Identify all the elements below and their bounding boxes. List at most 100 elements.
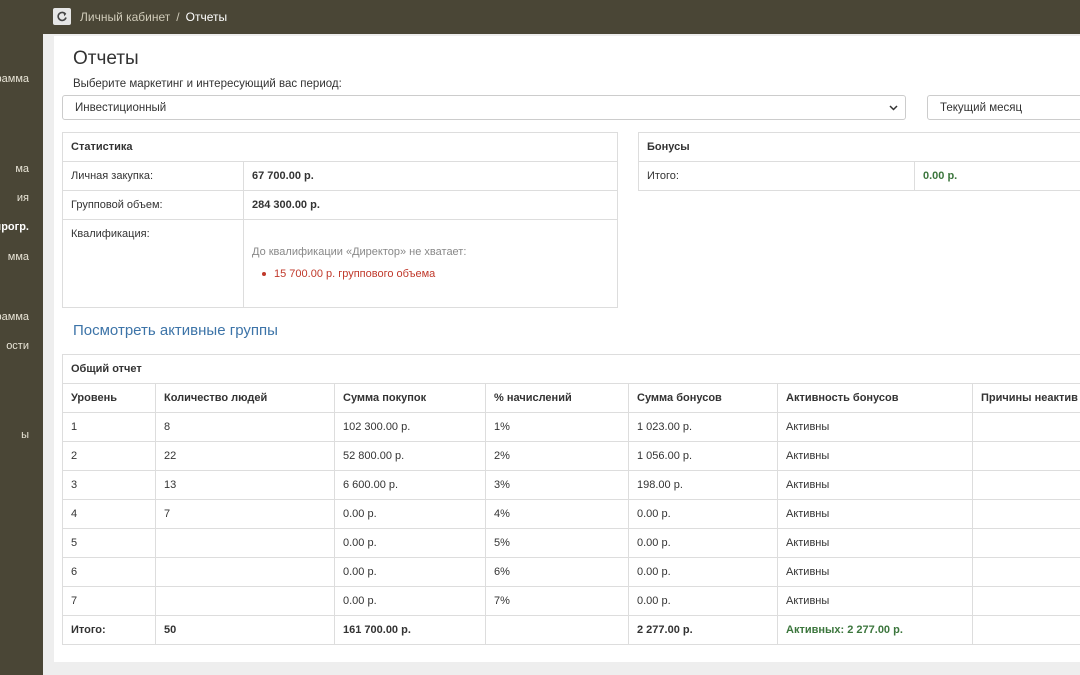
active-groups-link[interactable]: Посмотреть активные группы [73, 322, 278, 339]
column-header: Сумма покупок [334, 383, 486, 413]
select-label: Выберите маркетинг и интересующий вас пе… [73, 78, 342, 90]
total-cell: 50 [155, 615, 335, 645]
table-cell [155, 557, 335, 587]
table-cell: 6% [485, 557, 629, 587]
sidebar: рамма ма ия прогр. мма рамма ости ы [0, 34, 43, 675]
table-row: Квалификация: До квалификации «Директор»… [62, 219, 618, 308]
sidebar-item-5[interactable]: мма [8, 251, 29, 263]
table-row: Групповой объем: 284 300.00 р. [62, 190, 618, 220]
column-header: % начислений [485, 383, 629, 413]
table-cell: 0.00 р. [334, 557, 486, 587]
bonuses-title: Бонусы [638, 132, 1080, 162]
statistics-table: Статистика Личная закупка: 67 700.00 р. … [62, 132, 618, 308]
table-cell: Активны [777, 470, 973, 500]
chevron-down-icon [889, 105, 898, 111]
table-cell: 52 800.00 р. [334, 441, 486, 471]
table-cell [972, 528, 1080, 558]
table-cell: 0.00 р. [334, 586, 486, 616]
qualification-list: 15 700.00 р. группового объема [252, 266, 609, 282]
report-total-row: Итого: 50 161 700.00 р. 2 277.00 р. Акти… [62, 615, 1080, 645]
table-cell: 4% [485, 499, 629, 529]
table-row: 4 7 0.00 р. 4% 0.00 р. Активны [62, 499, 1080, 529]
bonuses-total-value: 0.00 р. [914, 161, 1080, 191]
sidebar-item-6[interactable]: рамма [0, 311, 29, 323]
table-cell: Активны [777, 441, 973, 471]
total-cell: 161 700.00 р. [334, 615, 486, 645]
breadcrumb-home[interactable]: Личный кабинет [80, 10, 170, 24]
sidebar-item-2[interactable]: ма [15, 163, 29, 175]
sidebar-item-8[interactable]: ы [21, 429, 29, 441]
table-cell: 0.00 р. [334, 499, 486, 529]
table-cell: 7 [155, 499, 335, 529]
table-cell [972, 499, 1080, 529]
table-cell: 3 [62, 470, 156, 500]
table-row: 2 22 52 800.00 р. 2% 1 056.00 р. Активны [62, 441, 1080, 471]
report-body: 1 8 102 300.00 р. 1% 1 023.00 р. Активны 2 22 52… [62, 412, 1080, 616]
table-cell: 7% [485, 586, 629, 616]
sidebar-item-3[interactable]: ия [17, 192, 29, 204]
sidebar-item-active[interactable]: прогр. [0, 221, 29, 233]
table-cell: 3% [485, 470, 629, 500]
page-title: Отчеты [73, 48, 139, 69]
breadcrumb-current: Отчеты [185, 10, 228, 24]
main-content: Отчеты Выберите маркетинг и интересующий… [43, 34, 1080, 675]
sidebar-item-7[interactable]: ости [6, 340, 29, 352]
column-header: Причины неактив [972, 383, 1080, 413]
report-title: Общий отчет [62, 354, 1080, 384]
marketing-select-value: Инвестиционный [75, 102, 167, 114]
sidebar-item-program[interactable]: рамма [0, 73, 29, 85]
reports-panel: Отчеты Выберите маркетинг и интересующий… [54, 36, 1080, 662]
table-cell [972, 470, 1080, 500]
statistics-title: Статистика [62, 132, 618, 162]
total-cell-active: Активных: 2 277.00 р. [777, 615, 973, 645]
table-cell: 198.00 р. [628, 470, 778, 500]
breadcrumb: Личный кабинет / Отчеты [80, 10, 227, 24]
column-header: Количество людей [155, 383, 335, 413]
table-cell: 6 [62, 557, 156, 587]
table-cell: 8 [155, 412, 335, 442]
column-header: Активность бонусов [777, 383, 973, 413]
period-select[interactable]: Текущий месяц [927, 95, 1080, 120]
table-row: 6 0.00 р. 6% 0.00 р. Активны [62, 557, 1080, 587]
table-cell [155, 528, 335, 558]
table-cell: 1 023.00 р. [628, 412, 778, 442]
table-cell [972, 412, 1080, 442]
table-cell: 2 [62, 441, 156, 471]
table-cell: 0.00 р. [628, 586, 778, 616]
table-row: 1 8 102 300.00 р. 1% 1 023.00 р. Активны [62, 412, 1080, 442]
table-cell: 13 [155, 470, 335, 500]
table-cell [972, 557, 1080, 587]
stat-label: Личная закупка: [62, 161, 244, 191]
column-header: Сумма бонусов [628, 383, 778, 413]
table-row: Итого: 0.00 р. [638, 161, 1080, 191]
stat-value: 67 700.00 р. [243, 161, 618, 191]
table-cell: 5% [485, 528, 629, 558]
table-row: 7 0.00 р. 7% 0.00 р. Активны [62, 586, 1080, 616]
breadcrumb-separator: / [176, 10, 180, 24]
table-cell: 102 300.00 р. [334, 412, 486, 442]
refresh-icon [57, 11, 67, 21]
qualification-cell: До квалификации «Директор» не хватает: 1… [243, 219, 618, 308]
table-cell: 0.00 р. [334, 528, 486, 558]
table-cell: Активны [777, 557, 973, 587]
stat-value: 284 300.00 р. [243, 190, 618, 220]
table-cell: 4 [62, 499, 156, 529]
marketing-select[interactable]: Инвестиционный [62, 95, 906, 120]
table-cell: Активны [777, 586, 973, 616]
qualification-missing: 15 700.00 р. группового объема [262, 266, 609, 282]
table-cell: 6 600.00 р. [334, 470, 486, 500]
table-cell [972, 586, 1080, 616]
total-cell: 2 277.00 р. [628, 615, 778, 645]
table-cell: Активны [777, 412, 973, 442]
table-cell: 0.00 р. [628, 557, 778, 587]
report-header-row: Уровень Количество людей Сумма покупок %… [62, 383, 1080, 413]
table-cell: 5 [62, 528, 156, 558]
bonuses-total-label: Итого: [638, 161, 915, 191]
table-cell: 0.00 р. [628, 528, 778, 558]
table-row: Личная закупка: 67 700.00 р. [62, 161, 618, 191]
bonuses-table: Бонусы Итого: 0.00 р. [638, 132, 1080, 191]
total-cell [972, 615, 1080, 645]
table-cell: Активны [777, 499, 973, 529]
refresh-button[interactable] [53, 8, 71, 25]
table-cell: 0.00 р. [628, 499, 778, 529]
